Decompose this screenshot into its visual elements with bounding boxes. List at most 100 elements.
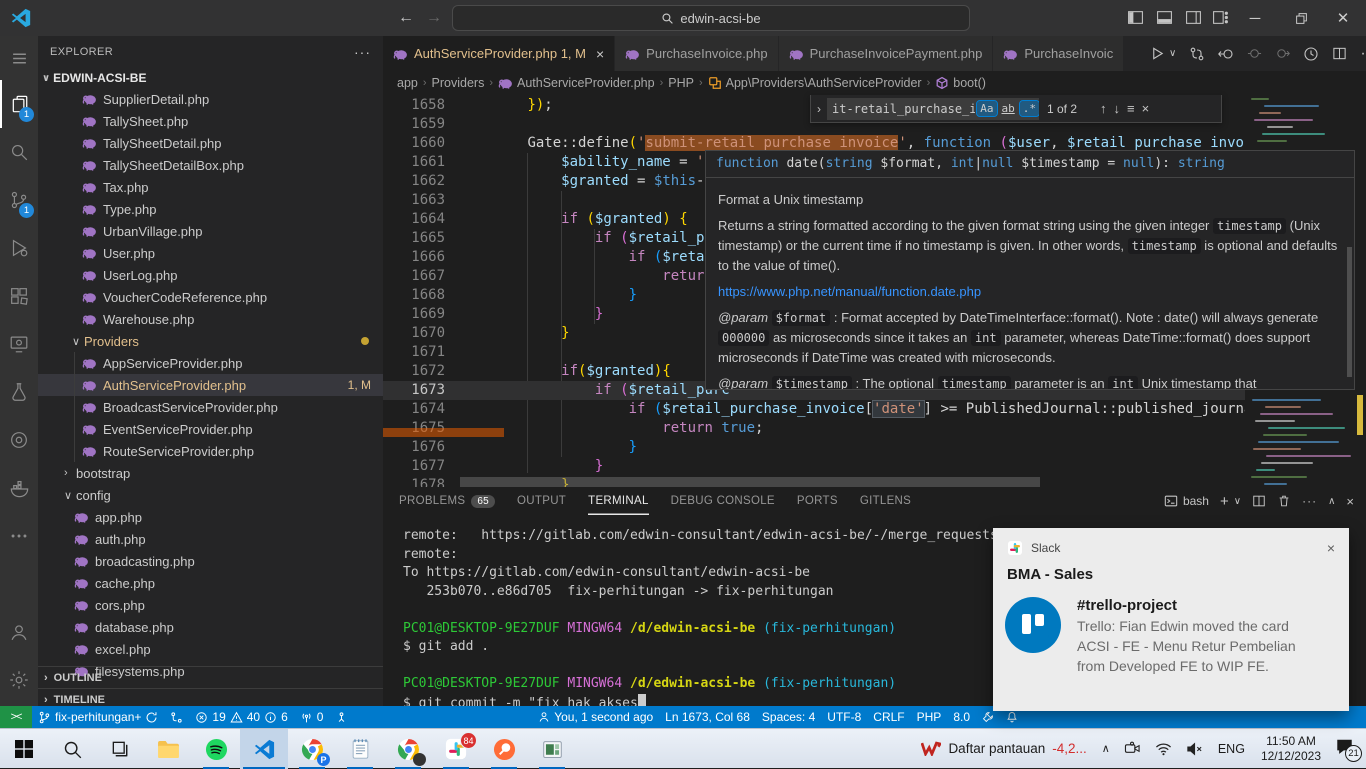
- activity-explorer[interactable]: 1: [0, 80, 38, 128]
- activity-remote-explorer[interactable]: [0, 320, 38, 368]
- activity-settings-gear[interactable]: [0, 656, 38, 704]
- customize-layout-icon[interactable]: [1212, 9, 1229, 26]
- tree-file-row[interactable]: BroadcastServiceProvider.php: [38, 396, 383, 418]
- gitlens-compare-status[interactable]: [164, 706, 189, 728]
- breadcrumb-item[interactable]: app: [397, 76, 418, 90]
- taskbar-photos[interactable]: [528, 729, 576, 769]
- panel-more-actions-icon[interactable]: ···: [1302, 494, 1317, 508]
- activity-search[interactable]: [0, 128, 38, 176]
- tree-file-row[interactable]: EventServiceProvider.php: [38, 418, 383, 440]
- find-in-selection-icon[interactable]: ≡: [1127, 101, 1135, 116]
- tree-file-row[interactable]: VoucherCodeReference.php: [38, 286, 383, 308]
- workspace-root-folder[interactable]: ∨ EDWIN-ACSI-BE: [38, 68, 383, 88]
- whole-word-toggle[interactable]: ab: [999, 101, 1018, 116]
- tree-file-row[interactable]: TallySheet.php: [38, 110, 383, 132]
- breadcrumb-item[interactable]: AuthServiceProvider.php: [498, 76, 655, 90]
- activity-circle-extension[interactable]: [0, 416, 38, 464]
- problems-status[interactable]: 19 40 6: [189, 706, 293, 728]
- taskbar-slack[interactable]: 84: [432, 729, 480, 769]
- editor-tab[interactable]: PurchaseInvoicePayment.php: [779, 36, 994, 71]
- prev-change-icon[interactable]: [1247, 46, 1262, 61]
- tree-file-row[interactable]: AppServiceProvider.php: [38, 352, 383, 374]
- tree-folder-row[interactable]: ∨config: [38, 484, 383, 506]
- find-close-icon[interactable]: ×: [1142, 101, 1150, 116]
- tree-file-row[interactable]: broadcasting.php: [38, 550, 383, 572]
- clock[interactable]: 11:50 AM 12/12/2023: [1253, 734, 1329, 764]
- command-center-search[interactable]: edwin-acsi-be: [452, 5, 970, 31]
- tree-file-row[interactable]: SupplierDetail.php: [38, 88, 383, 110]
- taskbar-postman[interactable]: [480, 729, 528, 769]
- toggle-secondary-sidebar-icon[interactable]: [1185, 9, 1202, 26]
- tree-file-row[interactable]: UrbanVillage.php: [38, 220, 383, 242]
- activity-testing[interactable]: [0, 368, 38, 416]
- tree-file-row[interactable]: TallySheetDetailBox.php: [38, 154, 383, 176]
- outline-section[interactable]: ›OUTLINE: [38, 666, 383, 688]
- activity-account[interactable]: [0, 608, 38, 656]
- taskbar-vscode[interactable]: [240, 729, 288, 769]
- tree-file-row[interactable]: TallySheetDetail.php: [38, 132, 383, 154]
- breadcrumb-item[interactable]: Providers: [432, 76, 485, 90]
- taskbar-search[interactable]: [48, 729, 96, 769]
- tree-file-row[interactable]: Type.php: [38, 198, 383, 220]
- regex-toggle[interactable]: .*: [1020, 101, 1039, 116]
- tree-file-row[interactable]: cors.php: [38, 594, 383, 616]
- run-file-icon[interactable]: [1150, 46, 1165, 61]
- tree-file-row[interactable]: UserLog.php: [38, 264, 383, 286]
- tree-file-row[interactable]: auth.php: [38, 528, 383, 550]
- remote-indicator[interactable]: ><: [0, 706, 32, 728]
- close-window-button[interactable]: ✕: [1320, 0, 1366, 36]
- gitlens-status[interactable]: [329, 706, 354, 728]
- timeline-history-icon[interactable]: [1303, 46, 1319, 62]
- tree-file-row[interactable]: RouteServiceProvider.php: [38, 440, 383, 462]
- activity-menu[interactable]: [0, 36, 38, 80]
- watchlist-widget[interactable]: Daftar pantauan -4,2...: [913, 741, 1094, 756]
- panel-tab-problems[interactable]: PROBLEMS65: [399, 487, 495, 515]
- php-version-status[interactable]: 8.0: [947, 706, 976, 728]
- toggle-panel-icon[interactable]: [1156, 9, 1173, 26]
- panel-tab-debug-console[interactable]: DEBUG CONSOLE: [671, 487, 775, 515]
- encoding-status[interactable]: UTF-8: [821, 706, 867, 728]
- terminal-dropdown-icon[interactable]: ∨: [1234, 496, 1241, 507]
- language-mode-status[interactable]: PHP: [911, 706, 948, 728]
- find-expand-icon[interactable]: ›: [811, 102, 827, 116]
- find-next-icon[interactable]: ↓: [1114, 101, 1121, 116]
- open-changes-icon[interactable]: [1189, 46, 1205, 62]
- activity-docker[interactable]: [0, 464, 38, 512]
- horizontal-scrollbar[interactable]: [460, 477, 1040, 487]
- volume-muted-icon[interactable]: [1179, 742, 1210, 756]
- tab-close-icon[interactable]: ×: [596, 46, 604, 62]
- editor-tab[interactable]: PurchaseInvoic: [993, 36, 1124, 71]
- taskbar-chrome-work[interactable]: [384, 729, 432, 769]
- tree-folder-row[interactable]: ›bootstrap: [38, 462, 383, 484]
- taskbar-task-view[interactable]: [96, 729, 144, 769]
- git-branch-status[interactable]: fix-perhitungan+: [32, 706, 164, 728]
- slack-notification[interactable]: Slack × BMA - Sales #trello-project Trel…: [993, 528, 1349, 711]
- terminal-shell-label[interactable]: bash: [1183, 494, 1209, 508]
- toggle-sidebar-icon[interactable]: [1127, 9, 1144, 26]
- meet-now-icon[interactable]: [1117, 741, 1148, 756]
- run-dropdown-icon[interactable]: ∨: [1169, 48, 1176, 59]
- broadcast-status[interactable]: 0: [294, 706, 330, 728]
- tree-file-row[interactable]: Tax.php: [38, 176, 383, 198]
- activity-source-control[interactable]: 1: [0, 176, 38, 224]
- split-editor-icon[interactable]: [1332, 46, 1347, 61]
- tray-expand-icon[interactable]: ∧: [1095, 742, 1117, 755]
- cursor-position-status[interactable]: Ln 1673, Col 68: [659, 706, 756, 728]
- minimize-button[interactable]: ─: [1232, 0, 1278, 36]
- tree-file-row[interactable]: cache.php: [38, 572, 383, 594]
- tree-file-row[interactable]: excel.php: [38, 638, 383, 660]
- kill-terminal-icon[interactable]: [1277, 494, 1291, 508]
- new-terminal-icon[interactable]: +: [1220, 493, 1229, 510]
- split-terminal-icon[interactable]: [1252, 494, 1266, 508]
- action-center[interactable]: 21: [1329, 738, 1366, 760]
- blame-status[interactable]: You, 1 second ago: [532, 706, 659, 728]
- activity-run-debug[interactable]: [0, 224, 38, 272]
- breadcrumb-item[interactable]: boot(): [935, 76, 986, 90]
- taskbar-notepad[interactable]: [336, 729, 384, 769]
- timeline-section[interactable]: ›TIMELINE: [38, 688, 383, 706]
- maximize-panel-icon[interactable]: ∧: [1328, 496, 1335, 507]
- taskbar-start[interactable]: [0, 729, 48, 769]
- taskbar-chrome-personal[interactable]: P: [288, 729, 336, 769]
- hover-doc-link[interactable]: https://www.php.net/manual/function.date…: [718, 284, 981, 299]
- wifi-icon[interactable]: [1148, 742, 1179, 756]
